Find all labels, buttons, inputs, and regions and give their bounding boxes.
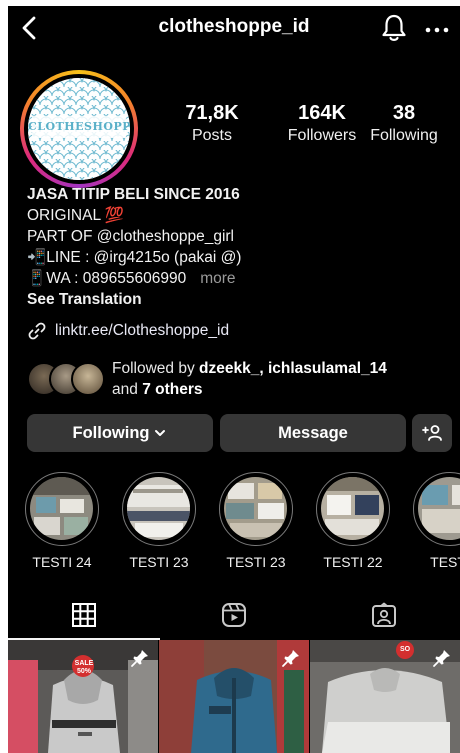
story-highlight[interactable]: TESTI 23 [217,472,295,570]
grid-icon [72,603,96,627]
followed-by-text[interactable]: Followed by dzeekk_, ichlasulamal_14 and… [112,358,387,400]
stat-followers-count: 164K [298,102,346,124]
chevron-down-icon [155,430,166,436]
stat-posts-label: Posts [191,127,232,144]
bio-line-line-id: 📲LINE : @irg4215o (pakai @) [27,249,242,266]
story-highlight[interactable]: TESTI 23 [120,472,198,570]
highlight-label: TESTI 24 [32,554,92,570]
bio-line-part-of: PART OF @clotheshoppe_girl [27,228,235,245]
highlight-cover [30,477,93,540]
following-button-label: Following [72,423,150,442]
following-button[interactable]: Following [27,414,213,452]
highlight-cover [321,477,384,540]
stat-following[interactable]: 38 Following [364,102,444,145]
highlight-label: TESTI 22 [323,554,383,570]
profile-avatar-story-ring[interactable]: CLOTHESHOPPE [20,70,138,188]
tab-grid[interactable] [9,590,159,640]
tab-reels[interactable] [159,590,309,640]
highlight-label: TESTI [430,554,460,570]
message-button-label: Message [278,423,348,442]
more-horizontal-icon[interactable] [422,14,452,42]
post-thumbnail[interactable]: SALE 50% [8,640,158,753]
story-highlight[interactable]: TESTI 22 [314,472,392,570]
highlight-cover [418,477,460,540]
story-highlight[interactable]: TESTI 24 [23,472,101,570]
post-thumbnail[interactable] [159,640,309,753]
followed-by-prefix: Followed by [112,360,195,377]
message-button[interactable]: Message [220,414,406,452]
highlight-label: TESTI 23 [129,554,189,570]
avatar: CLOTHESHOPPE [28,78,130,180]
highlight-cover [127,477,190,540]
see-translation-link[interactable]: See Translation [27,289,447,310]
stat-posts-count: 71,8K [185,102,239,124]
profile-screen: clotheshoppe_id CLOTHESHOPPE 71,8K Posts… [8,6,460,753]
suggested-users-button[interactable] [412,414,452,452]
avatar-logo-text: CLOTHESHOPPE [28,120,130,133]
bio-external-link[interactable]: linktr.ee/Clotheshoppe_id [27,320,229,342]
followed-by-users: dzeekk_, ichlasulamal_14 [199,360,387,377]
post-thumbnail[interactable]: SO [310,640,460,753]
stat-followers-label: Followers [287,127,357,144]
highlight-cover [224,477,287,540]
bio-wa-text: 📱WA : 089655606990 [27,270,187,287]
link-icon [28,322,46,340]
reels-icon [222,603,246,627]
pin-icon [282,650,299,667]
stat-followers[interactable]: 164K Followers [268,102,376,145]
story-highlight[interactable]: TESTI [411,472,460,570]
avatar [71,362,105,396]
post-grid: SALE 50% SO [8,640,460,753]
post-sale-badge: SO [399,646,411,653]
followed-by-and: and [112,381,138,398]
stat-following-count: 38 [392,102,416,124]
bell-icon[interactable] [380,13,408,43]
bio-link-text: linktr.ee/Clotheshoppe_id [55,322,230,339]
profile-bio: JASA TITIP BELI SINCE 2016 ORIGINAL 💯 PA… [27,184,447,310]
pin-icon [433,650,450,667]
bio-line-original: ORIGINAL 💯 [27,207,125,224]
tagged-person-icon [372,602,396,627]
mutual-followers-avatars[interactable] [27,362,107,398]
followed-by-others: 7 others [142,381,203,398]
stat-posts[interactable]: 71,8K Posts [176,102,248,145]
post-sale-badge: SALE 50% [74,660,94,675]
add-person-icon [422,425,442,441]
profile-tabs [8,590,460,640]
highlight-label: TESTI 23 [226,554,286,570]
pin-icon [131,650,148,667]
tab-tagged[interactable] [309,590,459,640]
bio-more-link[interactable]: more [200,270,235,287]
bio-title: JASA TITIP BELI SINCE 2016 [27,186,240,203]
bio-line-whatsapp: 📱WA : 089655606990 more [27,268,447,289]
stat-following-label: Following [370,127,438,144]
top-bar: clotheshoppe_id [8,6,460,50]
